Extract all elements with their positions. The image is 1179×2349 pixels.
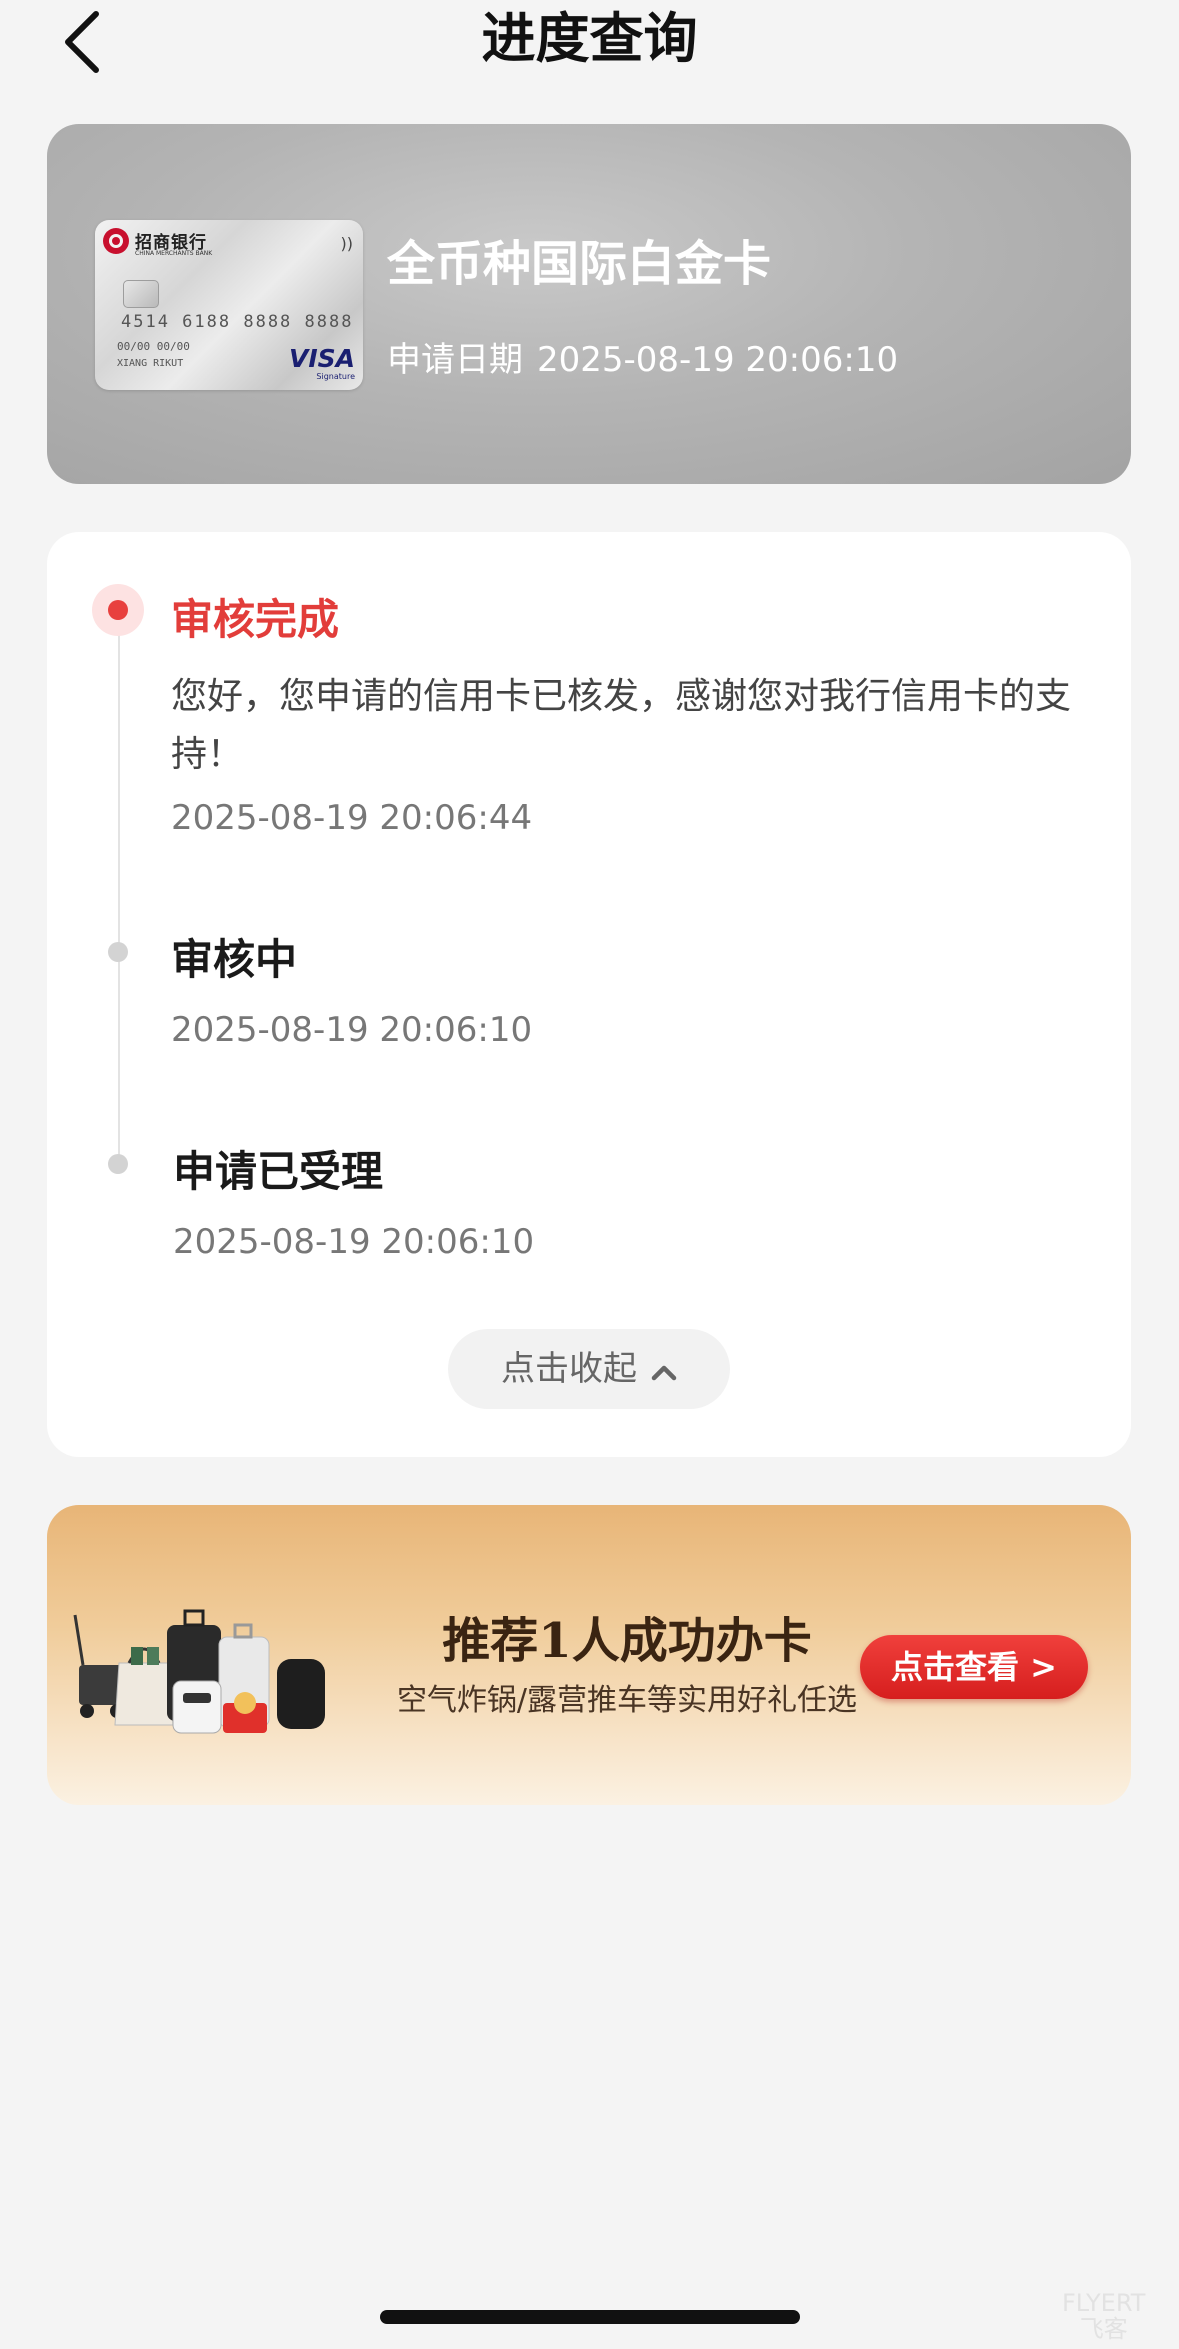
visa-signature-label: Signature	[316, 372, 355, 381]
home-indicator[interactable]	[380, 2310, 800, 2324]
apply-date-label: 申请日期	[387, 340, 523, 380]
card-bank-name-en: CHINA MERCHANTS BANK	[135, 250, 213, 257]
collapse-label: 点击收起	[501, 1349, 637, 1389]
timeline-dot	[108, 1154, 128, 1174]
step-title-reviewing: 审核中	[171, 935, 298, 984]
timeline-connector	[118, 628, 120, 1168]
referral-promo-banner[interactable]: 推荐1人成功办卡 空气炸锅/露营推车等实用好礼任选 点击查看 >	[47, 1505, 1131, 1805]
view-promo-button[interactable]: 点击查看 >	[860, 1635, 1088, 1699]
chevron-up-icon	[651, 1331, 677, 1411]
promo-subtitle: 空气炸锅/露营推车等实用好礼任选	[396, 1683, 858, 1718]
watermark: FLYERT 飞客	[1062, 2290, 1145, 2342]
progress-timeline: 审核完成 您好，您申请的信用卡已核发，感谢您对我行信用卡的支持！ 2025-08…	[47, 532, 1131, 1457]
contactless-icon: ))	[340, 234, 353, 253]
bank-logo-icon	[103, 228, 129, 254]
step-desc-approved: 您好，您申请的信用卡已核发，感谢您对我行信用卡的支持！	[171, 676, 1072, 775]
card-holder: XIANG RIKUT	[117, 358, 184, 369]
card-image: 招商银行 CHINA MERCHANTS BANK )) 4514 6188 8…	[95, 220, 363, 390]
timeline-dot	[108, 942, 128, 962]
collapse-button[interactable]: 点击收起	[448, 1329, 730, 1409]
promo-title: 推荐1人成功办卡	[442, 1613, 812, 1669]
step-title-approved: 审核完成	[171, 595, 340, 644]
card-expiry: 00/00 00/00	[117, 340, 190, 353]
gift-products-image	[73, 1609, 325, 1734]
page-title: 进度查询	[481, 7, 698, 70]
visa-logo: VISA	[288, 344, 355, 373]
card-name: 全币种国际白金卡	[387, 236, 772, 292]
apply-date: 申请日期 2025-08-19 20:06:10	[387, 332, 912, 381]
chip-icon	[123, 280, 159, 308]
step-time-accepted: 2025-08-19 20:06:10	[173, 1222, 535, 1262]
step-time-approved: 2025-08-19 20:06:44	[171, 798, 533, 838]
apply-date-value: 2025-08-19 20:06:10	[537, 340, 899, 380]
timeline-dot-active	[92, 584, 144, 636]
step-title-accepted: 申请已受理	[173, 1147, 384, 1196]
card-banner: 招商银行 CHINA MERCHANTS BANK )) 4514 6188 8…	[47, 124, 1131, 484]
watermark-line1: FLYERT	[1062, 2289, 1146, 2317]
step-time-reviewing: 2025-08-19 20:06:10	[171, 1010, 533, 1050]
card-number: 4514 6188 8888 8888	[121, 312, 354, 332]
watermark-line2: 飞客	[1079, 2315, 1128, 2343]
